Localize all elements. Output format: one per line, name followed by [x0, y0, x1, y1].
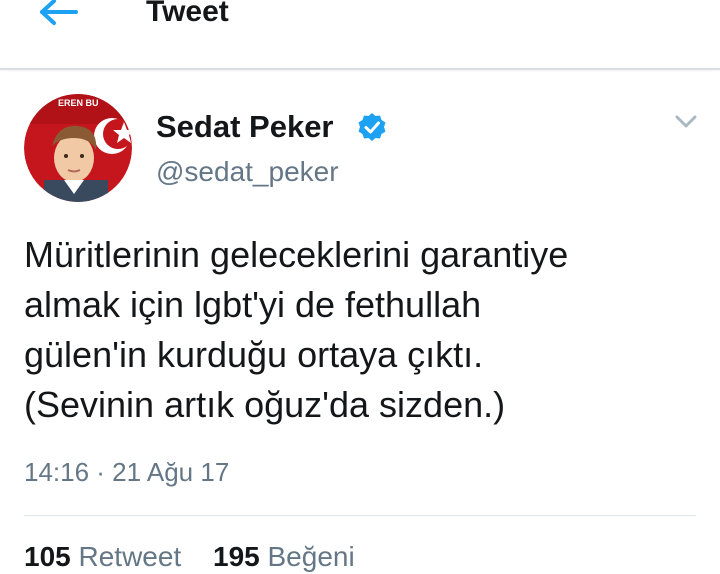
top-bar: Tweet — [0, 0, 720, 70]
tweet-line: (Sevinin artık oğuz'da sizden.) — [24, 384, 506, 425]
like-label: Beğeni — [267, 541, 355, 572]
divider — [24, 515, 696, 516]
tweet-line: Müritlerinin geleceklerini garantiye — [24, 234, 569, 275]
like-stat[interactable]: 195 Beğeni — [213, 540, 355, 574]
tweet-stats: 105 Retweet 195 Beğeni — [24, 540, 379, 574]
page-title: Tweet — [146, 0, 229, 28]
retweet-stat[interactable]: 105 Retweet — [24, 540, 181, 574]
author-name[interactable]: Sedat Peker — [156, 108, 334, 146]
tweet-text: Müritlerinin geleceklerini garantiye alm… — [24, 230, 714, 430]
back-button[interactable] — [36, 0, 84, 30]
like-count: 195 — [213, 541, 260, 572]
chevron-down-icon[interactable] — [672, 110, 700, 134]
tweet-line: gülen'in kurduğu ortaya çıktı. — [24, 334, 484, 375]
retweet-label: Retweet — [78, 541, 182, 572]
avatar[interactable]: EREN BU — [24, 94, 132, 202]
tweet-timestamp[interactable]: 14:16 · 21 Ağu 17 — [24, 455, 229, 489]
author-handle[interactable]: @sedat_peker — [156, 154, 339, 190]
verified-badge-icon — [358, 113, 386, 141]
tweet-line: almak için lgbt'yi de fethullah — [24, 284, 482, 325]
avatar-image: EREN BU — [24, 94, 132, 202]
avatar-text: EREN BU — [58, 98, 99, 108]
arrow-left-icon — [40, 0, 78, 25]
retweet-count: 105 — [24, 541, 71, 572]
